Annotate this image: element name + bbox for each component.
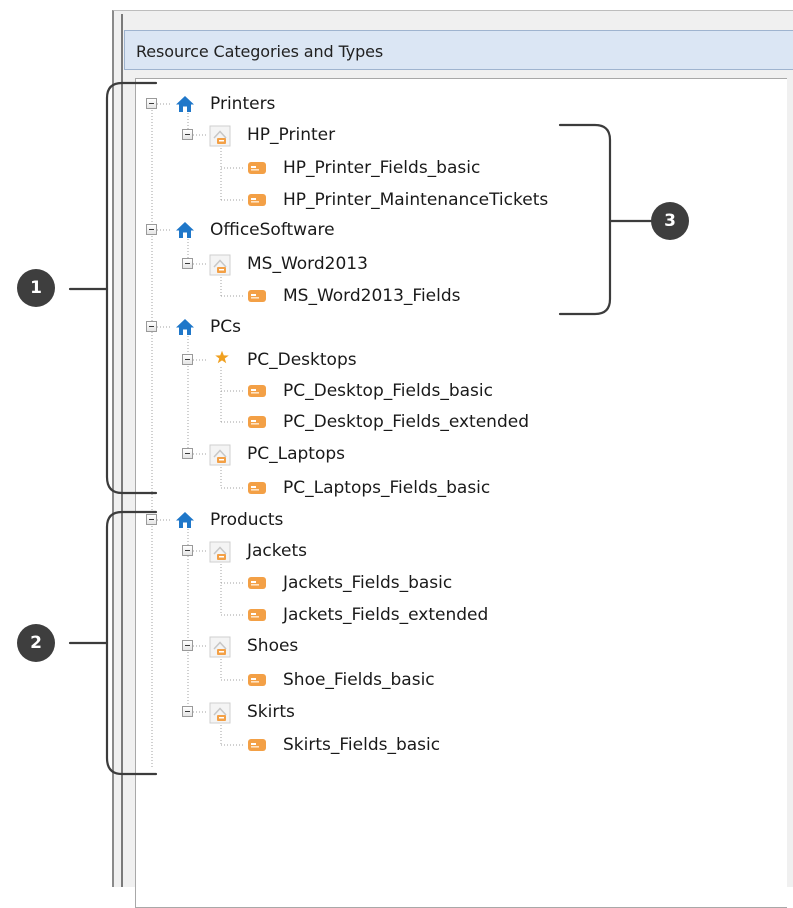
collapse-toggle-products[interactable] <box>146 514 157 525</box>
tree-node-skirts-fields-basic[interactable]: Skirts_Fields_basic <box>283 735 440 755</box>
resource-type-icon <box>209 636 231 658</box>
resource-type-icon <box>209 541 231 563</box>
field-set-icon <box>247 286 267 306</box>
resource-type-icon <box>209 125 231 147</box>
collapse-toggle-skirts[interactable] <box>182 706 193 717</box>
collapse-toggle-hp-printer[interactable] <box>182 129 193 140</box>
field-set-icon <box>247 735 267 755</box>
tree-node-jackets[interactable]: Jackets <box>247 541 307 561</box>
tree-node-printers[interactable]: Printers <box>210 94 275 114</box>
collapse-toggle-ms-word2013[interactable] <box>182 258 193 269</box>
tree-node-jackets-fields-basic[interactable]: Jackets_Fields_basic <box>283 573 452 593</box>
callout-3: 3 <box>651 202 689 240</box>
collapse-toggle-pc-laptops[interactable] <box>182 448 193 459</box>
tree-node-hp-printer-maintenance-tickets[interactable]: HP_Printer_MaintenanceTickets <box>283 190 548 210</box>
category-home-icon <box>175 220 195 240</box>
collapse-toggle-printers[interactable] <box>146 98 157 109</box>
tree-node-pc-laptops-fields-basic[interactable]: PC_Laptops_Fields_basic <box>283 478 490 498</box>
tree-node-ms-word2013-fields[interactable]: MS_Word2013_Fields <box>283 286 461 306</box>
category-home-icon <box>175 317 195 337</box>
field-set-icon <box>247 605 267 625</box>
tree-node-officesoftware[interactable]: OfficeSoftware <box>210 220 335 240</box>
resource-type-icon <box>209 444 231 466</box>
callout-2: 2 <box>17 624 55 662</box>
tree-node-pc-desktop-fields-basic[interactable]: PC_Desktop_Fields_basic <box>283 381 493 401</box>
frame-divider <box>121 14 123 887</box>
tree-node-pc-laptops[interactable]: PC_Laptops <box>247 444 345 464</box>
panel-header: Resource Categories and Types <box>124 30 793 70</box>
field-set-icon <box>247 412 267 432</box>
collapse-toggle-shoes[interactable] <box>182 640 193 651</box>
tree-node-pcs[interactable]: PCs <box>210 317 241 337</box>
callout-1: 1 <box>17 269 55 307</box>
default-star-icon <box>213 348 231 366</box>
field-set-icon <box>247 478 267 498</box>
tree-node-shoe-fields-basic[interactable]: Shoe_Fields_basic <box>283 670 435 690</box>
collapse-toggle-officesoftware[interactable] <box>146 224 157 235</box>
resource-type-icon <box>209 702 231 724</box>
category-home-icon <box>175 510 195 530</box>
tree-node-hp-printer[interactable]: HP_Printer <box>247 125 335 145</box>
tree-node-skirts[interactable]: Skirts <box>247 702 295 722</box>
category-home-icon <box>175 94 195 114</box>
panel-title: Resource Categories and Types <box>136 42 384 61</box>
tree-node-pc-desktop-fields-extended[interactable]: PC_Desktop_Fields_extended <box>283 412 529 432</box>
tree-node-ms-word2013[interactable]: MS_Word2013 <box>247 254 368 274</box>
field-set-icon <box>247 190 267 210</box>
field-set-icon <box>247 158 267 178</box>
tree-node-products[interactable]: Products <box>210 510 283 530</box>
field-set-icon <box>247 381 267 401</box>
field-set-icon <box>247 670 267 690</box>
tree-node-shoes[interactable]: Shoes <box>247 636 298 656</box>
collapse-toggle-pc-desktops[interactable] <box>182 354 193 365</box>
field-set-icon <box>247 573 267 593</box>
tree-node-hp-printer-fields-basic[interactable]: HP_Printer_Fields_basic <box>283 158 480 178</box>
collapse-toggle-jackets[interactable] <box>182 545 193 556</box>
collapse-toggle-pcs[interactable] <box>146 321 157 332</box>
resource-type-icon <box>209 254 231 276</box>
tree-node-jackets-fields-extended[interactable]: Jackets_Fields_extended <box>283 605 488 625</box>
tree-node-pc-desktops[interactable]: PC_Desktops <box>247 350 357 370</box>
